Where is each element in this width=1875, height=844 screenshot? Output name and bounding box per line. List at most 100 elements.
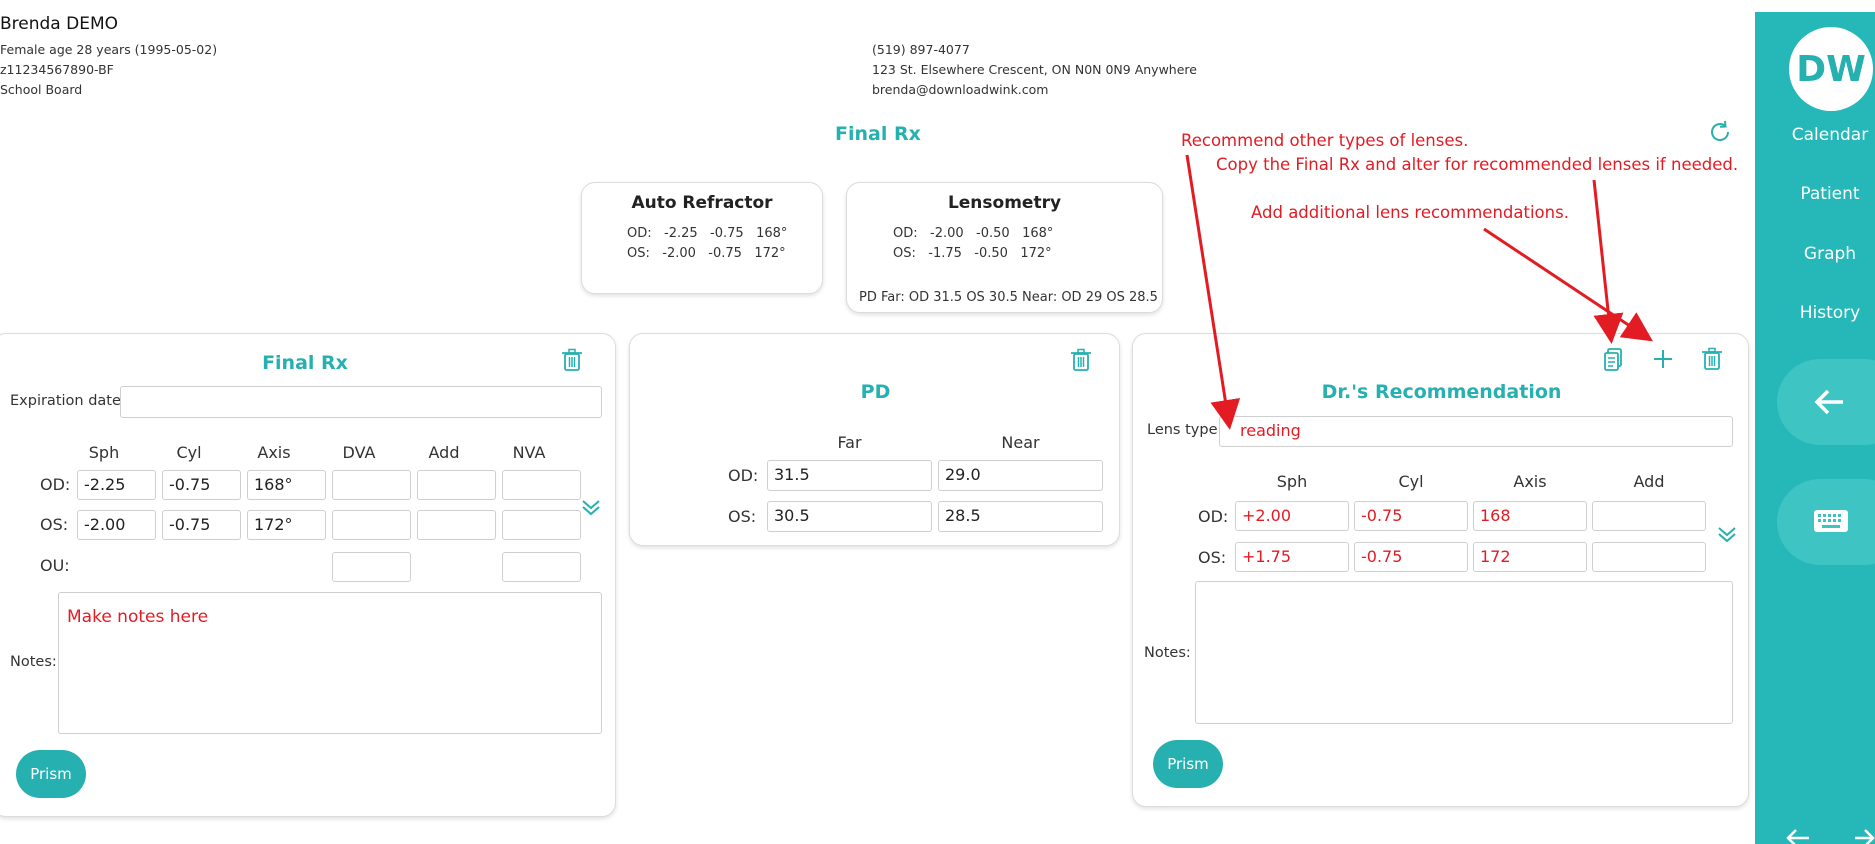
rec-os-cyl-input[interactable]: -0.75 — [1354, 542, 1468, 572]
chevron-double-down-icon[interactable] — [1714, 521, 1740, 547]
trash-icon[interactable] — [1068, 347, 1094, 373]
annotation-other-lenses: Recommend other types of lenses. — [1181, 131, 1469, 150]
annotation-copy-final-rx: Copy the Final Rx and alter for recommen… — [1216, 155, 1739, 174]
avatar[interactable]: DW — [1789, 27, 1873, 111]
rec-col-cyl: Cyl — [1398, 472, 1424, 491]
auto-refractor-title: Auto Refractor — [631, 193, 773, 213]
patient-name: Brenda DEMO — [0, 14, 119, 34]
os-label: OS: — [40, 515, 69, 534]
auto-refractor-os: OS: -2.00 -0.75 172° — [627, 246, 786, 261]
expiration-label: Expiration date: — [10, 393, 126, 409]
patient-demographics: Female age 28 years (1995-05-02) — [0, 42, 218, 57]
od-cyl-input[interactable]: -0.75 — [162, 470, 241, 500]
notes-label: Notes: — [10, 654, 57, 670]
col-sph: Sph — [88, 443, 120, 462]
lensometry-card[interactable]: Lensometry OD: -2.00 -0.50 168° OS: -1.7… — [846, 182, 1163, 313]
auto-refractor-od: OD: -2.25 -0.75 168° — [627, 226, 788, 241]
os-nva-input[interactable] — [502, 510, 581, 540]
rec-prism-button[interactable]: Prism — [1153, 740, 1223, 788]
od-axis-input[interactable]: 168° — [247, 470, 326, 500]
ou-nva-input[interactable] — [502, 552, 581, 582]
prism-button[interactable]: Prism — [16, 750, 86, 798]
patient-insurance: School Board — [0, 82, 83, 97]
refresh-icon[interactable] — [1706, 118, 1734, 146]
lensometry-title: Lensometry — [947, 193, 1062, 213]
rec-od-label: OD: — [1198, 507, 1229, 526]
os-cyl-input[interactable]: -0.75 — [162, 510, 241, 540]
od-nva-input[interactable] — [502, 470, 581, 500]
sidebar: DW Calendar Patient Graph History — [1755, 12, 1875, 844]
col-axis: Axis — [257, 443, 291, 462]
plus-icon[interactable] — [1650, 346, 1676, 372]
lensometry-od: OD: -2.00 -0.50 168° — [893, 226, 1054, 241]
sidebar-item-graph[interactable]: Graph — [1755, 244, 1875, 264]
pd-os-near-input[interactable]: 28.5 — [938, 501, 1103, 532]
sidebar-item-calendar[interactable]: Calendar — [1755, 125, 1875, 145]
trash-icon[interactable] — [1699, 346, 1725, 372]
od-add-input[interactable] — [417, 470, 496, 500]
pd-title: PD — [860, 381, 891, 403]
os-add-input[interactable] — [417, 510, 496, 540]
patient-id: z11234567890-BF — [0, 62, 114, 77]
ou-label: OU: — [40, 556, 70, 575]
sidebar-item-history[interactable]: History — [1755, 303, 1875, 323]
recommendation-panel: Dr.'s Recommendation Lens type: reading … — [1132, 333, 1749, 807]
col-dva: DVA — [342, 443, 376, 462]
pd-far-header: Far — [837, 433, 862, 452]
os-sph-input[interactable]: -2.00 — [77, 510, 156, 540]
sidebar-item-patient[interactable]: Patient — [1755, 184, 1875, 204]
od-sph-input[interactable]: -2.25 — [77, 470, 156, 500]
od-dva-input[interactable] — [332, 470, 411, 500]
keyboard-button[interactable] — [1777, 479, 1875, 565]
lens-type-label: Lens type: — [1147, 422, 1223, 438]
rec-os-sph-input[interactable]: +1.75 — [1235, 542, 1349, 572]
pd-od-far-input[interactable]: 31.5 — [767, 460, 932, 491]
rec-col-sph: Sph — [1276, 472, 1308, 491]
back-button[interactable] — [1777, 359, 1875, 445]
col-nva: NVA — [512, 443, 546, 462]
patient-address: 123 St. Elsewhere Crescent, ON N0N 0N9 A… — [872, 62, 1197, 77]
expiration-date-input[interactable] — [120, 386, 602, 418]
lens-type-input[interactable]: reading — [1219, 416, 1733, 447]
pd-od-label: OD: — [728, 466, 759, 485]
arrow-left-icon — [1814, 389, 1843, 415]
keyboard-icon — [1814, 510, 1848, 532]
prev-arrow-icon[interactable] — [1785, 828, 1811, 844]
lensometry-os: OS: -1.75 -0.50 172° — [893, 246, 1052, 261]
pd-os-far-input[interactable]: 30.5 — [767, 501, 932, 532]
rec-od-sph-input[interactable]: +2.00 — [1235, 501, 1349, 531]
rec-od-axis-input[interactable]: 168 — [1473, 501, 1587, 531]
rec-notes-textarea[interactable] — [1195, 581, 1733, 724]
lensometry-pd: PD Far: OD 31.5 OS 30.5 Near: OD 29 OS 2… — [859, 290, 1158, 305]
os-dva-input[interactable] — [332, 510, 411, 540]
rec-od-cyl-input[interactable]: -0.75 — [1354, 501, 1468, 531]
trash-icon[interactable] — [559, 347, 585, 373]
patient-email: brenda@downloadwink.com — [872, 82, 1049, 97]
ou-dva-input[interactable] — [332, 552, 411, 582]
col-add: Add — [428, 443, 460, 462]
annotation-add-lens: Add additional lens recommendations. — [1251, 203, 1569, 222]
pd-near-header: Near — [1001, 433, 1040, 452]
pd-os-label: OS: — [728, 507, 757, 526]
rec-col-add: Add — [1633, 472, 1665, 491]
chevron-double-down-icon[interactable] — [578, 494, 604, 520]
pd-od-near-input[interactable]: 29.0 — [938, 460, 1103, 491]
od-label: OD: — [40, 475, 71, 494]
copy-icon[interactable] — [1601, 346, 1627, 372]
rec-os-axis-input[interactable]: 172 — [1473, 542, 1587, 572]
os-axis-input[interactable]: 172° — [247, 510, 326, 540]
page-title: Final Rx — [835, 123, 921, 145]
recommendation-title: Dr.'s Recommendation — [1321, 381, 1562, 403]
rec-os-label: OS: — [1198, 548, 1227, 567]
final-rx-title: Final Rx — [262, 352, 348, 374]
rec-od-add-input[interactable] — [1592, 501, 1706, 531]
notes-textarea[interactable]: Make notes here — [58, 592, 602, 734]
pd-panel: PD Far Near OD: 31.5 29.0 OS: 30.5 28.5 — [629, 333, 1120, 546]
next-arrow-icon[interactable] — [1855, 828, 1875, 844]
final-rx-panel: Final Rx Expiration date: Sph Cyl Axis D… — [0, 333, 616, 817]
rec-os-add-input[interactable] — [1592, 542, 1706, 572]
col-cyl: Cyl — [176, 443, 202, 462]
rec-notes-label: Notes: — [1144, 645, 1191, 661]
auto-refractor-card[interactable]: Auto Refractor OD: -2.25 -0.75 168° OS: … — [581, 182, 823, 294]
patient-phone: (519) 897-4077 — [872, 42, 970, 57]
